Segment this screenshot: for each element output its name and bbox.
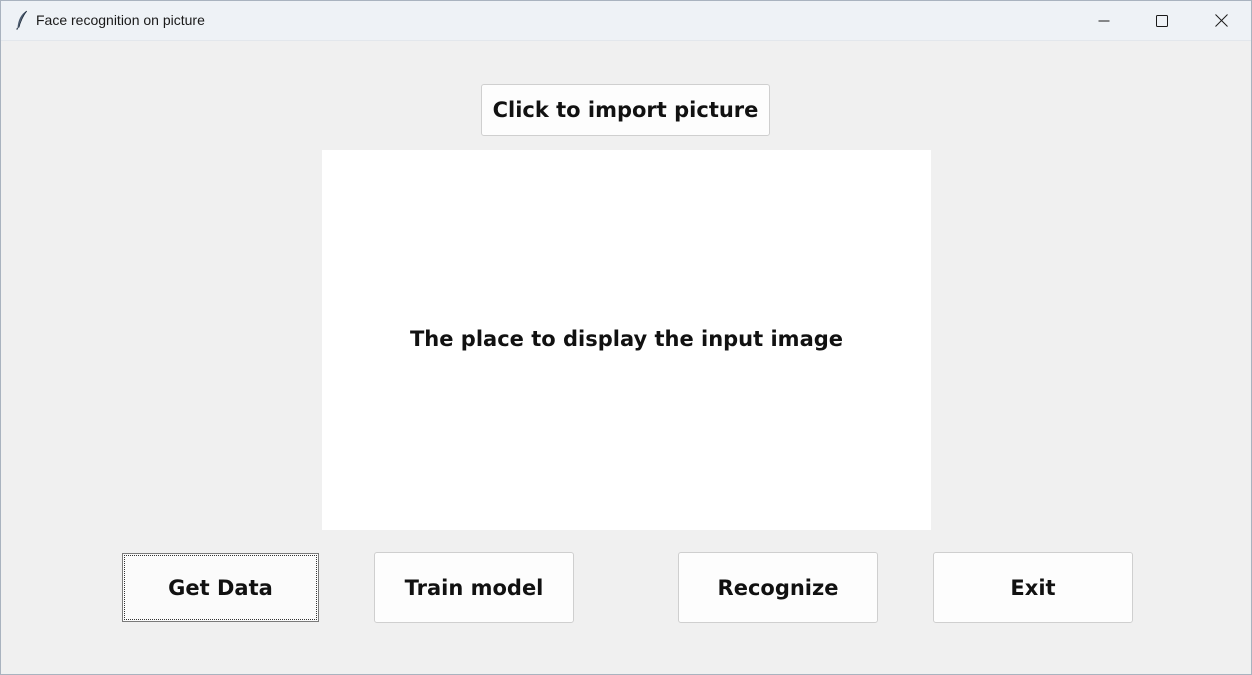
import-picture-button[interactable]: Click to import picture — [481, 84, 770, 136]
window-title: Face recognition on picture — [36, 12, 205, 28]
title-bar[interactable]: Face recognition on picture — [1, 1, 1251, 41]
image-placeholder-label: The place to display the input image — [409, 327, 844, 351]
close-icon — [1214, 14, 1228, 27]
exit-label: Exit — [1010, 575, 1056, 600]
recognize-label: Recognize — [717, 575, 839, 600]
maximize-button[interactable] — [1133, 1, 1191, 40]
train-model-label: Train model — [404, 575, 544, 600]
recognize-button[interactable]: Recognize — [678, 552, 878, 623]
train-model-button[interactable]: Train model — [374, 552, 574, 623]
minimize-button[interactable] — [1075, 1, 1133, 40]
maximize-icon — [1156, 14, 1168, 27]
minimize-icon — [1098, 15, 1110, 27]
image-display-area: The place to display the input image — [322, 150, 931, 530]
app-window: Face recognition on picture Click to imp… — [0, 0, 1252, 675]
exit-button[interactable]: Exit — [933, 552, 1133, 623]
get-data-label: Get Data — [168, 575, 273, 600]
feather-icon — [14, 10, 30, 30]
close-button[interactable] — [1192, 1, 1250, 40]
get-data-button[interactable]: Get Data — [122, 553, 319, 622]
